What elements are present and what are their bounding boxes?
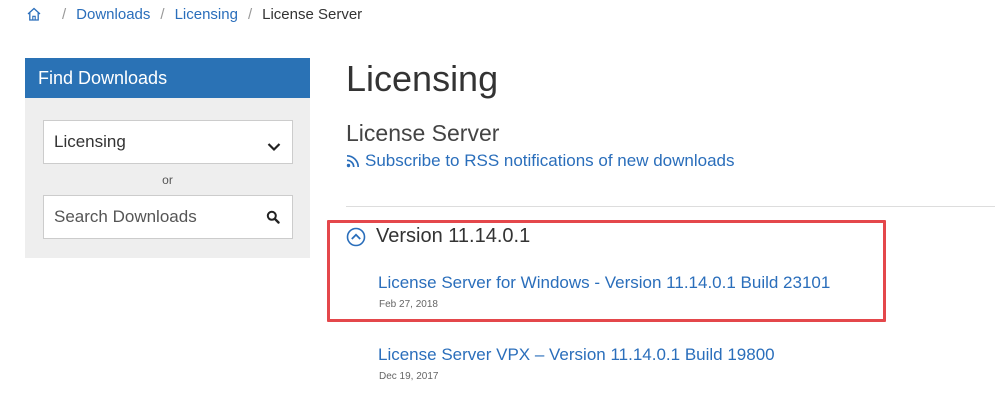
breadcrumb: / Downloads / Licensing / License Server [26, 4, 362, 24]
rss-icon [346, 154, 360, 168]
breadcrumb-separator: / [62, 5, 67, 23]
page-title: Licensing [346, 58, 499, 99]
chevron-up-circle-icon [346, 227, 366, 246]
product-subtitle: License Server [346, 120, 500, 146]
version-heading-label: Version 11.14.0.1 [376, 225, 531, 247]
product-select[interactable]: Licensing [43, 120, 293, 164]
product-select-value: Licensing [54, 132, 126, 151]
version-toggle[interactable]: Version 11.14.0.1 [346, 225, 530, 248]
find-downloads-title: Find Downloads [25, 58, 310, 98]
home-icon[interactable] [26, 6, 42, 22]
download-date: Dec 19, 2017 [379, 371, 439, 382]
rss-subscribe-link[interactable]: Subscribe to RSS notifications of new do… [346, 151, 734, 171]
breadcrumb-current: License Server [262, 5, 363, 23]
section-divider [346, 206, 995, 207]
search-downloads-input[interactable] [44, 196, 266, 238]
download-date: Feb 27, 2018 [379, 299, 438, 310]
rss-subscribe-label: Subscribe to RSS notifications of new do… [365, 151, 735, 170]
breadcrumb-separator: / [160, 5, 165, 23]
download-link-windows[interactable]: License Server for Windows - Version 11.… [378, 273, 830, 293]
or-label: or [162, 173, 173, 187]
breadcrumb-downloads-link[interactable]: Downloads [76, 6, 150, 23]
page: / Downloads / Licensing / License Server… [0, 0, 995, 400]
breadcrumb-separator: / [247, 5, 253, 23]
search-downloads-box [43, 195, 293, 239]
download-link-vpx[interactable]: License Server VPX – Version 11.14.0.1 B… [378, 345, 775, 365]
breadcrumb-licensing-link[interactable]: Licensing [175, 6, 238, 23]
search-icon[interactable] [266, 210, 280, 224]
find-downloads-panel: Find Downloads Licensing or [25, 58, 310, 258]
chevron-down-icon [267, 137, 281, 152]
